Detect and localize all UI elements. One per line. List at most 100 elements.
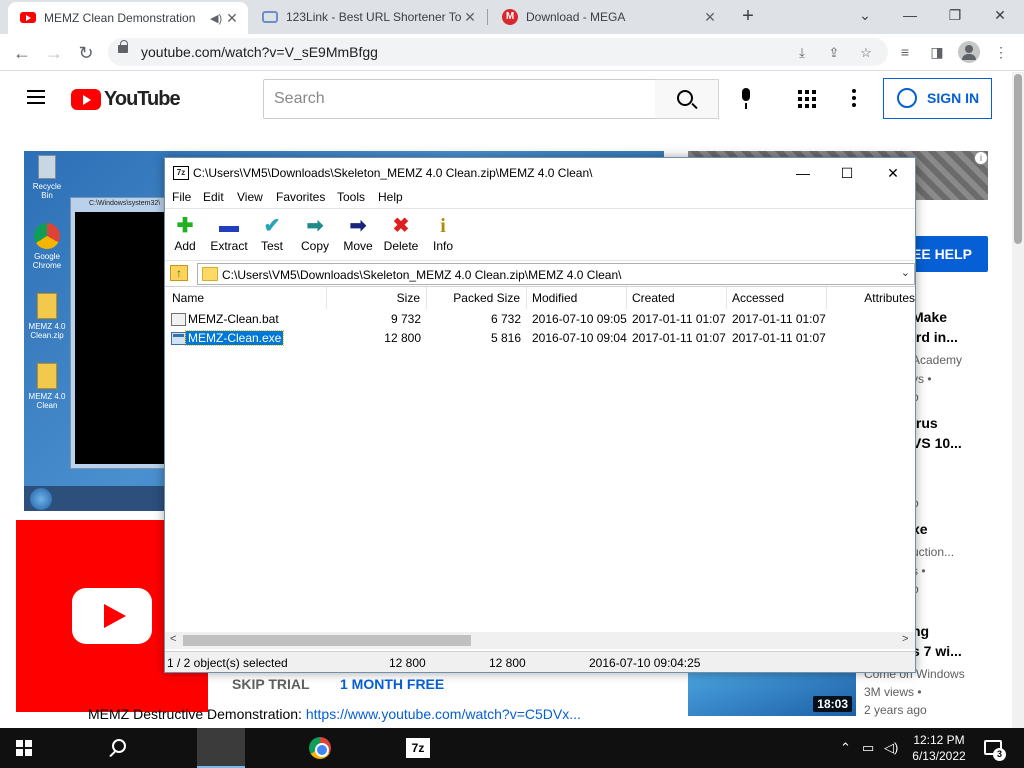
network-icon[interactable]: ▭ [862, 728, 874, 768]
rec-title[interactable]: s 7 wi... [912, 643, 962, 659]
restore-button[interactable]: ❐ [940, 4, 970, 28]
youtube-logo[interactable]: YouTube [71, 87, 181, 110]
apps-grid-icon[interactable] [798, 90, 816, 108]
menu-tools[interactable]: Tools [337, 190, 365, 204]
close-tab-icon[interactable]: ✕ [702, 9, 718, 26]
minimize-button[interactable]: — [783, 162, 823, 184]
7zip-titlebar[interactable]: 7z C:\Users\VM5\Downloads\Skeleton_MEMZ … [165, 158, 915, 188]
back-button[interactable]: ← [8, 39, 36, 67]
menu-edit[interactable]: Edit [203, 190, 224, 204]
table-row[interactable]: MEMZ-Clean.bat 9 732 6 732 2016-07-10 09… [165, 310, 915, 329]
tab-123link[interactable]: 123Link - Best URL Shortener To ✕ [250, 0, 486, 34]
scrollbar-thumb[interactable] [183, 635, 471, 646]
bookmark-star-icon[interactable]: ☆ [856, 43, 876, 63]
tab-search-icon[interactable]: ⌄ [850, 4, 880, 28]
path-text[interactable]: C:\Users\VM5\Downloads\Skeleton_MEMZ 4.0… [222, 268, 622, 282]
taskbar-file-explorer[interactable] [98, 728, 232, 768]
minimize-button[interactable]: — [895, 4, 925, 28]
media-control-icon[interactable]: ≡ [894, 41, 916, 63]
speaker-icon[interactable]: ◀) [210, 12, 224, 25]
path-combobox[interactable]: C:\Users\VM5\Downloads\Skeleton_MEMZ 4.0… [197, 263, 915, 285]
page-scrollbar[interactable] [1012, 72, 1024, 728]
close-window-button[interactable]: ✕ [985, 4, 1015, 28]
address-bar[interactable]: youtube.com/watch?v=V_sE9MmBfgg ⤓ ⇪ ☆ [108, 38, 888, 66]
column-header-size[interactable]: Size [327, 287, 427, 309]
menu-file[interactable]: File [172, 190, 191, 204]
status-selection: 1 / 2 object(s) selected [167, 656, 288, 670]
rec-channel[interactable]: uction... [912, 545, 954, 559]
chrome-menu-icon[interactable]: ⋮ [990, 41, 1012, 63]
copy-button[interactable]: ➡ Copy [293, 215, 337, 253]
lock-icon[interactable] [118, 40, 128, 53]
month-free-button[interactable]: 1 MONTH FREE [340, 676, 444, 692]
column-header-name[interactable]: Name [165, 287, 327, 309]
system-clock[interactable]: 12:12 PM 6/13/2022 [904, 732, 974, 764]
column-header-accessed[interactable]: Accessed [727, 287, 827, 309]
youtube-wordmark: YouTube [104, 87, 181, 110]
search-input[interactable]: Search [263, 79, 656, 119]
column-header-attributes[interactable]: Attributes [827, 287, 915, 309]
skip-trial-button[interactable]: SKIP TRIAL [232, 676, 310, 692]
taskbar-7zip[interactable]: 7z [197, 728, 430, 768]
notification-badge: 3 [993, 748, 1006, 761]
rec-thumbnail[interactable]: 18:03 [688, 672, 856, 716]
rec-title[interactable]: Make [912, 309, 947, 325]
file-accessed: 2017-01-11 01:07 [732, 331, 826, 345]
taskbar-search-button[interactable] [48, 728, 126, 768]
duration-badge: 18:03 [813, 696, 852, 712]
reload-button[interactable]: ↻ [72, 39, 100, 67]
microphone-icon[interactable] [739, 88, 753, 110]
search-button[interactable] [655, 79, 719, 119]
ad-info-icon[interactable]: i [974, 151, 988, 165]
menu-view[interactable]: View [237, 190, 263, 204]
share-icon[interactable]: ⇪ [824, 43, 844, 63]
close-tab-icon[interactable]: ✕ [462, 9, 478, 26]
column-header-packed-size[interactable]: Packed Size [427, 287, 527, 309]
more-options-icon[interactable] [852, 89, 856, 109]
url-text[interactable]: youtube.com/watch?v=V_sE9MmBfgg [141, 44, 378, 60]
side-panel-icon[interactable]: ◨ [926, 41, 948, 63]
table-row[interactable]: MEMZ-Clean.exe 12 800 5 816 2016-07-10 0… [165, 329, 915, 348]
move-button[interactable]: ➡ Move [336, 215, 380, 253]
tab-mega[interactable]: M Download - MEGA ✕ [490, 0, 726, 34]
7zip-statusbar: 1 / 2 object(s) selected 12 800 12 800 2… [165, 651, 915, 672]
new-tab-button[interactable]: + [736, 5, 760, 29]
close-button[interactable]: ✕ [873, 162, 913, 184]
description-link[interactable]: https://www.youtube.com/watch?v=C5DVx... [306, 706, 581, 722]
file-list[interactable]: Name Size Packed Size Modified Created A… [165, 286, 915, 632]
taskbar-chrome[interactable] [148, 728, 331, 768]
up-folder-icon[interactable]: ↑ [170, 265, 188, 281]
tab-youtube[interactable]: MEMZ Clean Demonstration ◀) ✕ [8, 2, 248, 34]
rec-channel[interactable]: Academy [912, 353, 962, 367]
profile-avatar-icon[interactable] [958, 41, 980, 63]
menu-help[interactable]: Help [378, 190, 403, 204]
add-button[interactable]: ✚ Add [163, 215, 207, 253]
test-button[interactable]: ✔ Test [250, 215, 294, 253]
info-button[interactable]: i Info [421, 215, 465, 253]
sign-in-button[interactable]: SIGN IN [883, 78, 992, 119]
chevron-up-icon[interactable]: ⌃ [840, 728, 851, 768]
horizontal-scrollbar[interactable]: < > [165, 632, 915, 649]
scroll-left-icon[interactable]: < [170, 633, 176, 645]
menu-favorites[interactable]: Favorites [276, 190, 325, 204]
start-button[interactable] [0, 728, 48, 768]
volume-icon[interactable]: ◁) [884, 728, 898, 768]
column-header-modified[interactable]: Modified [527, 287, 627, 309]
rec-title[interactable]: VS 10... [912, 435, 962, 451]
maximize-button[interactable]: ☐ [827, 162, 867, 184]
scroll-right-icon[interactable]: > [902, 633, 908, 645]
file-packed-size: 5 816 [490, 331, 521, 345]
link-icon [262, 9, 278, 25]
delete-button[interactable]: ✖ Delete [379, 215, 423, 253]
install-icon[interactable]: ⤓ [792, 43, 812, 63]
hamburger-menu-icon[interactable] [27, 90, 45, 104]
forward-button[interactable]: → [40, 39, 68, 67]
column-header-created[interactable]: Created [627, 287, 727, 309]
scrollbar-thumb[interactable] [1014, 74, 1022, 244]
desktop-icon-label: Google Chrome [32, 252, 62, 270]
file-packed-size: 6 732 [490, 312, 521, 326]
close-tab-icon[interactable]: ✕ [224, 10, 240, 27]
rec-title[interactable]: ird in... [912, 329, 958, 345]
chevron-down-icon[interactable]: ⌄ [901, 266, 910, 279]
extract-button[interactable]: ▬ Extract [207, 215, 251, 253]
